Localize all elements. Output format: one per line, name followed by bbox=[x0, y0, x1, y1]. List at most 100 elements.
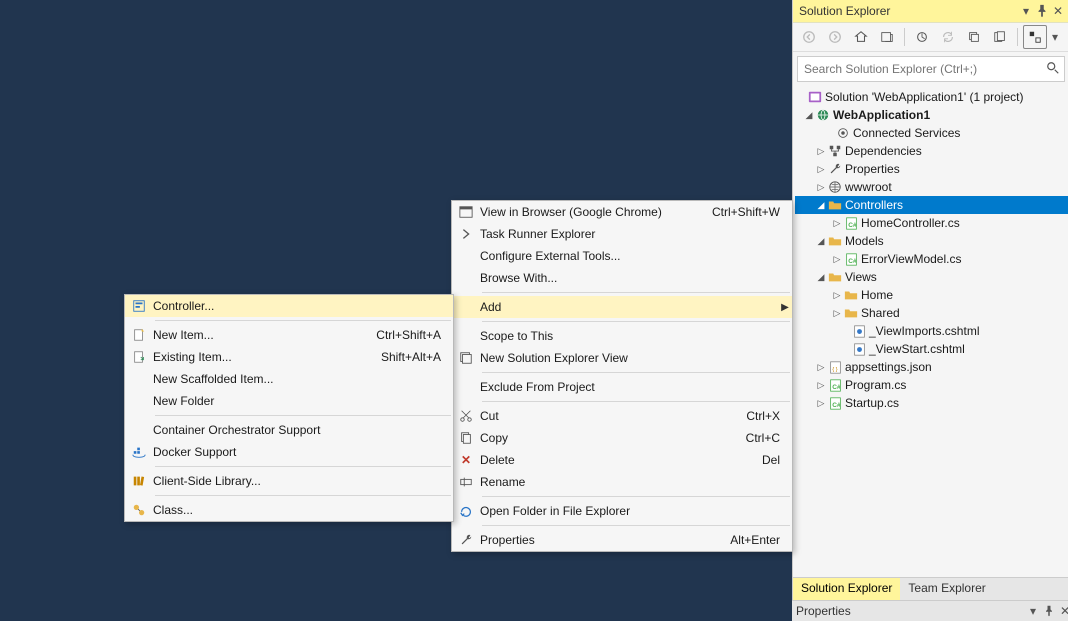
tree-viewstart[interactable]: ▶_ViewStart.cshtml bbox=[795, 340, 1068, 358]
controller-icon bbox=[132, 299, 146, 313]
menu-separator bbox=[155, 320, 451, 321]
panel-title: Solution Explorer bbox=[797, 4, 1017, 18]
tree-wwwroot[interactable]: ▷wwwroot bbox=[795, 178, 1068, 196]
wrench-icon bbox=[459, 533, 473, 547]
new-window-icon bbox=[459, 351, 473, 365]
folder-icon bbox=[827, 233, 843, 249]
dependencies-icon bbox=[827, 143, 843, 159]
tree-properties[interactable]: ▷Properties bbox=[795, 160, 1068, 178]
tree-startup[interactable]: ▷C#Startup.cs bbox=[795, 394, 1068, 412]
close-icon[interactable]: ✕ bbox=[1058, 604, 1068, 618]
new-item-icon bbox=[132, 328, 146, 342]
tree-errorviewmodel[interactable]: ▷C#ErrorViewModel.cs bbox=[795, 250, 1068, 268]
menu-add-new-folder[interactable]: New Folder bbox=[125, 390, 453, 412]
tree-views[interactable]: ◢Views bbox=[795, 268, 1068, 286]
solution-tree: ▶Solution 'WebApplication1' (1 project) … bbox=[793, 86, 1068, 600]
tree-appsettings[interactable]: ▷{ }appsettings.json bbox=[795, 358, 1068, 376]
browser-icon bbox=[459, 205, 473, 219]
menu-separator bbox=[482, 321, 790, 322]
menu-browse-with[interactable]: Browse With... bbox=[452, 267, 792, 289]
menu-view-in-browser[interactable]: View in Browser (Google Chrome)Ctrl+Shif… bbox=[452, 201, 792, 223]
home-icon[interactable] bbox=[849, 25, 873, 49]
solution-icon bbox=[807, 89, 823, 105]
copy-icon bbox=[459, 431, 473, 445]
web-project-icon bbox=[815, 107, 831, 123]
show-all-files-icon[interactable] bbox=[988, 25, 1012, 49]
menu-add-new-item[interactable]: New Item...Ctrl+Shift+A bbox=[125, 324, 453, 346]
folder-icon bbox=[843, 305, 859, 321]
tree-project[interactable]: ◢WebApplication1 bbox=[795, 106, 1068, 124]
cshtml-file-icon bbox=[851, 323, 867, 339]
tree-views-home[interactable]: ▷Home bbox=[795, 286, 1068, 304]
open-folder-icon bbox=[459, 504, 473, 518]
tree-dependencies[interactable]: ▷Dependencies bbox=[795, 142, 1068, 160]
menu-add-client-library[interactable]: Client-Side Library... bbox=[125, 470, 453, 492]
sync-scope-icon[interactable] bbox=[875, 25, 899, 49]
menu-cut[interactable]: CutCtrl+X bbox=[452, 405, 792, 427]
menu-exclude[interactable]: Exclude From Project bbox=[452, 376, 792, 398]
menu-scope-to-this[interactable]: Scope to This bbox=[452, 325, 792, 347]
properties-toggle-icon[interactable] bbox=[1023, 25, 1047, 49]
menu-separator bbox=[482, 401, 790, 402]
search-box[interactable] bbox=[797, 56, 1065, 82]
tree-program[interactable]: ▷C#Program.cs bbox=[795, 376, 1068, 394]
toolbar-overflow-icon[interactable]: ▾ bbox=[1049, 25, 1061, 49]
csharp-file-icon: C# bbox=[827, 395, 843, 411]
cshtml-file-icon bbox=[851, 341, 867, 357]
menu-separator bbox=[482, 496, 790, 497]
tab-team-explorer[interactable]: Team Explorer bbox=[900, 578, 993, 600]
menu-add-class[interactable]: Class... bbox=[125, 499, 453, 521]
collapse-all-icon[interactable] bbox=[962, 25, 986, 49]
refresh-pending-icon[interactable] bbox=[910, 25, 934, 49]
menu-delete[interactable]: ✕DeleteDel bbox=[452, 449, 792, 471]
csharp-file-icon: C# bbox=[843, 251, 859, 267]
csharp-file-icon: C# bbox=[843, 215, 859, 231]
menu-add-controller[interactable]: Controller... bbox=[125, 295, 453, 317]
menu-add-container-support[interactable]: Container Orchestrator Support bbox=[125, 419, 453, 441]
folder-icon bbox=[827, 269, 843, 285]
menu-rename[interactable]: Rename bbox=[452, 471, 792, 493]
menu-separator bbox=[482, 525, 790, 526]
toolbar-separator bbox=[904, 28, 905, 46]
tree-views-shared[interactable]: ▷Shared bbox=[795, 304, 1068, 322]
search-icon[interactable] bbox=[1046, 61, 1060, 78]
menu-new-solution-view[interactable]: New Solution Explorer View bbox=[452, 347, 792, 369]
tree-models[interactable]: ◢Models bbox=[795, 232, 1068, 250]
menu-configure-tools[interactable]: Configure External Tools... bbox=[452, 245, 792, 267]
tree-viewimports[interactable]: ▶_ViewImports.cshtml bbox=[795, 322, 1068, 340]
menu-open-in-explorer[interactable]: Open Folder in File Explorer bbox=[452, 500, 792, 522]
forward-icon[interactable] bbox=[823, 25, 847, 49]
svg-text:C#: C# bbox=[832, 401, 841, 408]
menu-add-scaffolded[interactable]: New Scaffolded Item... bbox=[125, 368, 453, 390]
menu-copy[interactable]: CopyCtrl+C bbox=[452, 427, 792, 449]
pin-icon[interactable] bbox=[1035, 4, 1049, 18]
properties-panel-title-bar: Properties ▾ ✕ bbox=[792, 600, 1068, 621]
tree-connected-services[interactable]: ▶Connected Services bbox=[795, 124, 1068, 142]
dropdown-icon[interactable]: ▾ bbox=[1019, 4, 1033, 18]
pin-icon[interactable] bbox=[1042, 604, 1056, 618]
menu-separator bbox=[155, 495, 451, 496]
tree-controllers[interactable]: ◢Controllers bbox=[795, 196, 1068, 214]
menu-add[interactable]: Add▶ bbox=[452, 296, 792, 318]
tab-solution-explorer[interactable]: Solution Explorer bbox=[793, 578, 900, 600]
tree-solution[interactable]: ▶Solution 'WebApplication1' (1 project) bbox=[795, 88, 1068, 106]
menu-add-docker-support[interactable]: Docker Support bbox=[125, 441, 453, 463]
menu-properties[interactable]: PropertiesAlt+Enter bbox=[452, 529, 792, 551]
back-icon[interactable] bbox=[797, 25, 821, 49]
scissors-icon bbox=[459, 409, 473, 423]
search-input[interactable] bbox=[802, 61, 1046, 77]
csharp-file-icon: C# bbox=[827, 377, 843, 393]
sync-icon[interactable] bbox=[936, 25, 960, 49]
menu-task-runner[interactable]: Task Runner Explorer bbox=[452, 223, 792, 245]
menu-separator bbox=[482, 292, 790, 293]
delete-x-icon: ✕ bbox=[461, 453, 471, 467]
library-icon bbox=[132, 474, 146, 488]
dropdown-icon[interactable]: ▾ bbox=[1026, 604, 1040, 618]
folder-icon bbox=[843, 287, 859, 303]
close-icon[interactable]: ✕ bbox=[1051, 4, 1065, 18]
rename-icon bbox=[459, 475, 473, 489]
menu-add-existing-item[interactable]: Existing Item...Shift+Alt+A bbox=[125, 346, 453, 368]
context-menu-add: Controller... New Item...Ctrl+Shift+A Ex… bbox=[124, 294, 454, 522]
tree-homecontroller[interactable]: ▷C#HomeController.cs bbox=[795, 214, 1068, 232]
properties-title: Properties bbox=[796, 604, 1024, 618]
